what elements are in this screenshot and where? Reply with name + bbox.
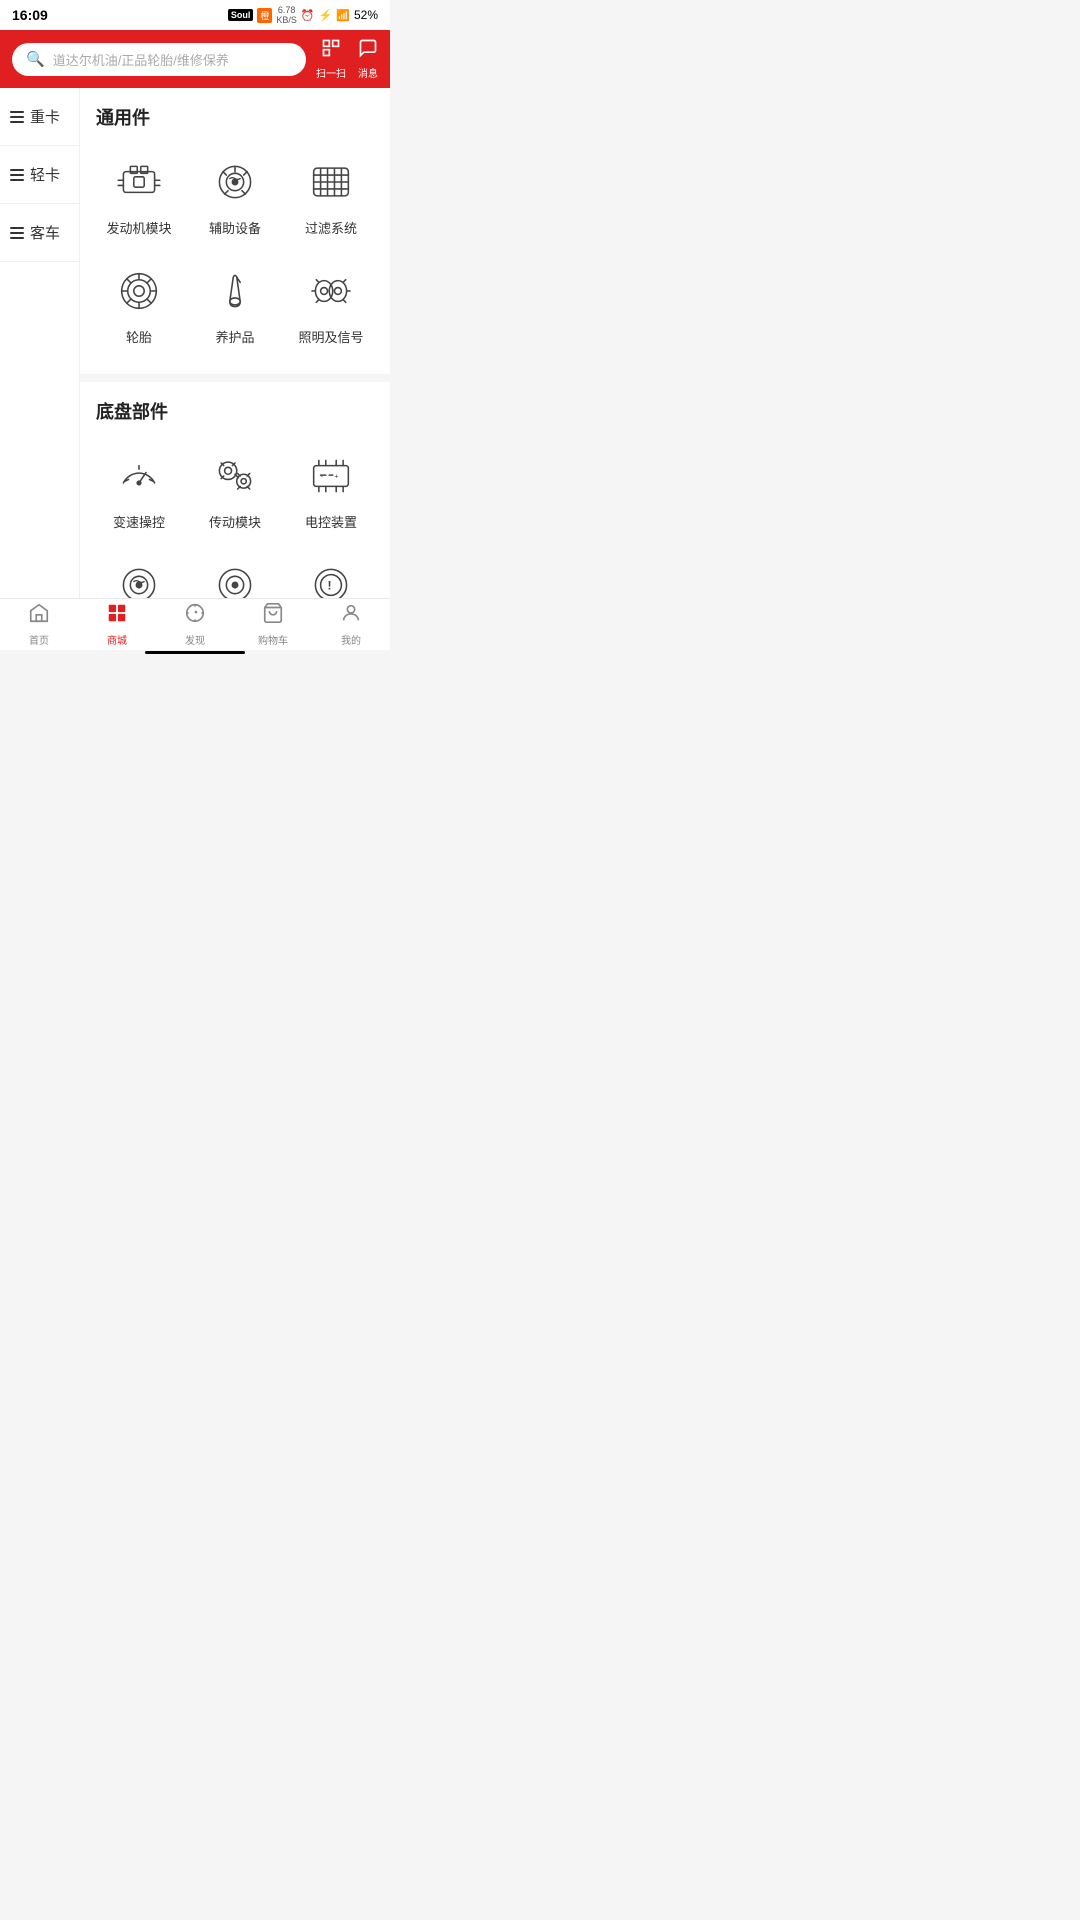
engine-module-label: 发动机模块: [106, 218, 171, 237]
section-title-general: 通用件: [96, 104, 374, 130]
aux-equipment[interactable]: 辅助设备: [192, 146, 278, 245]
search-icon: 🔍: [26, 50, 45, 68]
ecu-chassis-label: 电控装置: [305, 512, 357, 531]
care-products-label: 养护品: [215, 327, 254, 346]
transmission[interactable]: 传动模块: [192, 440, 278, 539]
status-time: 16:09: [12, 7, 48, 23]
alarm-icon: ⏰: [301, 9, 315, 22]
shop-icon: [106, 602, 128, 630]
nav-profile-label: 我的: [341, 632, 361, 647]
message-button[interactable]: 消息: [358, 38, 378, 80]
menu-icon: [10, 111, 24, 123]
section-divider-1: [80, 374, 390, 382]
sidebar-item-light-truck[interactable]: 轻卡: [0, 146, 79, 204]
brake-icon: !: [303, 557, 359, 598]
svg-text:-: -: [321, 474, 323, 481]
brake-module[interactable]: ! 制动模块: [288, 549, 374, 598]
scan-label: 扫一扫: [316, 65, 346, 80]
svg-text:+: +: [334, 474, 338, 481]
transmission-icon: [207, 448, 263, 504]
home-icon: [28, 602, 50, 630]
speed-ctrl-icon: [111, 448, 167, 504]
cart-icon: [262, 602, 284, 630]
engine-module[interactable]: 发动机模块: [96, 146, 182, 245]
message-label: 消息: [358, 65, 378, 80]
sidebar-item-label: 重卡: [30, 106, 60, 127]
message-icon: [358, 38, 378, 63]
main-layout: 重卡 轻卡 客车 通用件: [0, 88, 390, 598]
nav-discover[interactable]: 发现: [156, 599, 234, 650]
network-speed: 6.78KB/S: [276, 5, 297, 25]
soul-app-icon: Soul: [228, 9, 254, 21]
signal-icon: 📶: [336, 9, 350, 22]
bottom-nav: 首页 商城 发现: [0, 598, 390, 650]
care-icon: [207, 263, 263, 319]
nav-cart[interactable]: 购物车: [234, 599, 312, 650]
tire-label: 轮胎: [126, 327, 152, 346]
drive-module[interactable]: 行使模块: [192, 549, 278, 598]
menu-icon: [10, 169, 24, 181]
nav-home[interactable]: 首页: [0, 599, 78, 650]
general-parts-grid: 发动机模块 辅助设备: [96, 146, 374, 354]
search-placeholder: 道达尔机油/正品轮胎/维修保养: [53, 50, 229, 69]
aux-icon: [207, 154, 263, 210]
lighting-signal[interactable]: 照明及信号: [288, 255, 374, 354]
nav-discover-label: 发现: [185, 632, 205, 647]
filter-system[interactable]: 过滤系统: [288, 146, 374, 245]
care-products[interactable]: 养护品: [192, 255, 278, 354]
drive-icon: [207, 557, 263, 598]
sidebar-item-bus[interactable]: 客车: [0, 204, 79, 262]
chassis-parts-grid: 变速操控: [96, 440, 374, 598]
nav-shop[interactable]: 商城: [78, 599, 156, 650]
tangtang-app-icon: 橙: [257, 8, 272, 23]
header-actions: 扫一扫 消息: [316, 38, 378, 80]
aux-chassis[interactable]: 辅助设备: [96, 549, 182, 598]
scan-icon: [321, 38, 341, 63]
engine-icon: [111, 154, 167, 210]
light-icon: [303, 263, 359, 319]
ecu-icon: - +: [303, 448, 359, 504]
scan-button[interactable]: 扫一扫: [316, 38, 346, 80]
nav-profile[interactable]: 我的: [312, 599, 390, 650]
nav-cart-label: 购物车: [258, 632, 288, 647]
status-icons: Soul 橙 6.78KB/S ⏰ ⚡ 📶 52%: [228, 5, 378, 25]
profile-icon: [340, 602, 362, 630]
sidebar-item-label: 轻卡: [30, 164, 60, 185]
tire-icon: [111, 263, 167, 319]
filter-system-label: 过滤系统: [305, 218, 357, 237]
menu-icon: [10, 227, 24, 239]
lighting-signal-label: 照明及信号: [298, 327, 363, 346]
discover-icon: [184, 602, 206, 630]
home-indicator-bar: [145, 651, 245, 654]
nav-home-label: 首页: [29, 632, 49, 647]
sidebar: 重卡 轻卡 客车: [0, 88, 80, 598]
speed-control-label: 变速操控: [113, 512, 165, 531]
bottom-indicator: [0, 650, 390, 654]
speed-control[interactable]: 变速操控: [96, 440, 182, 539]
status-bar: 16:09 Soul 橙 6.78KB/S ⏰ ⚡ 📶 52%: [0, 0, 390, 30]
sidebar-item-heavy-truck[interactable]: 重卡: [0, 88, 79, 146]
section-title-chassis: 底盘部件: [96, 398, 374, 424]
content-area: 通用件 发动机模块: [80, 88, 390, 598]
battery-indicator: 52%: [354, 8, 378, 22]
bluetooth-icon: ⚡: [319, 9, 333, 22]
header: 🔍 道达尔机油/正品轮胎/维修保养 扫一扫 消息: [0, 30, 390, 88]
tire[interactable]: 轮胎: [96, 255, 182, 354]
filter-icon: [303, 154, 359, 210]
sidebar-item-label: 客车: [30, 222, 60, 243]
ecu-chassis[interactable]: - + 电控装置: [288, 440, 374, 539]
aux-equipment-label: 辅助设备: [209, 218, 261, 237]
transmission-label: 传动模块: [209, 512, 261, 531]
nav-shop-label: 商城: [107, 632, 127, 647]
aux-chassis-icon: [111, 557, 167, 598]
search-bar[interactable]: 🔍 道达尔机油/正品轮胎/维修保养: [12, 43, 306, 76]
svg-text:!: !: [328, 578, 332, 592]
